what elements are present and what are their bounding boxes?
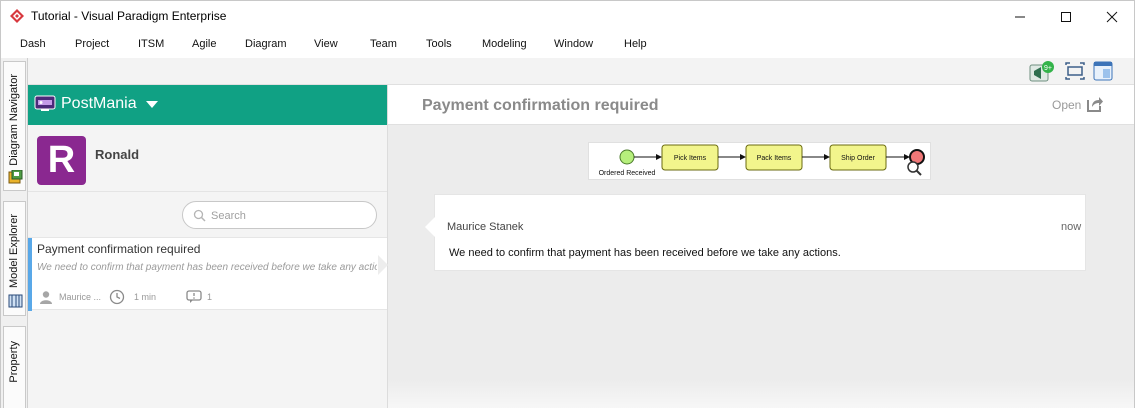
tab-diagram-navigator[interactable]: Diagram Navigator: [3, 61, 26, 191]
announcements-icon[interactable]: 9+: [1029, 61, 1054, 82]
toolbar: 9+: [28, 58, 1134, 85]
discussion-title: Payment confirmation required: [422, 97, 659, 114]
discussion-sidebar: PostMania R Ronald Payment confirmation …: [28, 85, 388, 408]
menu-window[interactable]: Window: [554, 38, 593, 50]
start-event: [619, 149, 635, 165]
app-window: Tutorial - Visual Paradigm Enterprise Da…: [0, 0, 1135, 408]
comment-card: Maurice Stanek now We need to confirm th…: [425, 194, 1086, 271]
maximize-button[interactable]: [1043, 1, 1089, 32]
minimize-button[interactable]: [997, 1, 1043, 32]
search-box[interactable]: [182, 201, 377, 229]
project-name: PostMania: [61, 95, 137, 112]
tab-property-label: Property: [8, 341, 20, 383]
diagram-navigator-icon: [8, 170, 23, 184]
project-selector[interactable]: PostMania: [28, 85, 387, 125]
window-title: Tutorial - Visual Paradigm Enterprise: [31, 9, 227, 23]
comment-time: now: [1061, 221, 1082, 233]
discussion-detail: Payment confirmation required Open Order…: [388, 85, 1134, 408]
task-pick-items-label: Pick Items: [674, 155, 707, 162]
open-button[interactable]: Open: [1052, 98, 1081, 112]
avatar[interactable]: R: [37, 136, 86, 185]
start-event-label: Ordered Received: [599, 170, 656, 177]
open-external-icon[interactable]: [1086, 95, 1104, 113]
tab-property[interactable]: Property: [3, 326, 26, 408]
menu-dash[interactable]: Dash: [20, 38, 46, 50]
minimize-icon: [1015, 16, 1025, 18]
selection-pointer: [378, 255, 388, 275]
list-item-comment-count: 1: [207, 292, 213, 302]
reply-area: [388, 379, 1134, 408]
fit-diagram-icon[interactable]: [1064, 61, 1086, 81]
user-icon: [40, 291, 52, 304]
user-profile: R Ronald: [28, 125, 387, 192]
list-item-time: 1 min: [134, 292, 157, 302]
list-item-title: Payment confirmation required: [37, 242, 201, 256]
tab-diagram-navigator-label: Diagram Navigator: [8, 74, 20, 166]
list-item-preview: We need to confirm that payment has been…: [37, 262, 377, 273]
list-item[interactable]: Payment confirmation required We need to…: [28, 237, 387, 311]
layout-panel-icon[interactable]: [1092, 61, 1114, 81]
task-ship-order-label: Ship Order: [841, 155, 876, 162]
menu-tools[interactable]: Tools: [426, 38, 452, 50]
project-icon: [34, 95, 56, 111]
comment-body: We need to confirm that payment has been…: [449, 247, 841, 259]
clock-icon: [109, 289, 125, 305]
task-pack-items-label: Pack Items: [757, 155, 792, 162]
tab-model-explorer[interactable]: Model Explorer: [3, 201, 26, 316]
search-input[interactable]: [211, 208, 361, 224]
menu-agile[interactable]: Agile: [192, 38, 216, 50]
diagram-preview[interactable]: Ordered Received Pick Items Pack Items S…: [588, 142, 931, 180]
search-icon: [193, 209, 206, 222]
title-bar: Tutorial - Visual Paradigm Enterprise: [1, 1, 1134, 32]
menu-bar: Dash Project ITSM Agile Diagram View Tea…: [1, 32, 1134, 58]
menu-help[interactable]: Help: [624, 38, 647, 50]
list-item-author: Maurice ...: [59, 292, 102, 302]
menu-modeling[interactable]: Modeling: [482, 38, 527, 50]
model-explorer-icon: [8, 294, 23, 308]
vp-logo-icon: [10, 9, 24, 23]
user-name: Ronald: [95, 147, 140, 162]
menu-itsm[interactable]: ITSM: [138, 38, 164, 50]
side-tab-strip: Diagram Navigator Model Explorer Propert…: [1, 58, 28, 408]
menu-view[interactable]: View: [314, 38, 338, 50]
tab-model-explorer-label: Model Explorer: [8, 214, 20, 288]
chevron-down-icon[interactable]: [146, 101, 158, 108]
detail-header: Payment confirmation required Open: [388, 85, 1134, 125]
menu-team[interactable]: Team: [370, 38, 397, 50]
comment-notch: [425, 217, 435, 237]
comment-author: Maurice Stanek: [447, 221, 524, 233]
notification-badge: 9+: [1044, 65, 1052, 72]
comment-icon: [186, 290, 202, 303]
menu-diagram[interactable]: Diagram: [245, 38, 287, 50]
selection-accent: [28, 238, 32, 311]
menu-project[interactable]: Project: [75, 38, 109, 50]
close-icon: [1106, 11, 1118, 23]
maximize-icon: [1061, 12, 1071, 22]
close-button[interactable]: [1089, 1, 1135, 32]
